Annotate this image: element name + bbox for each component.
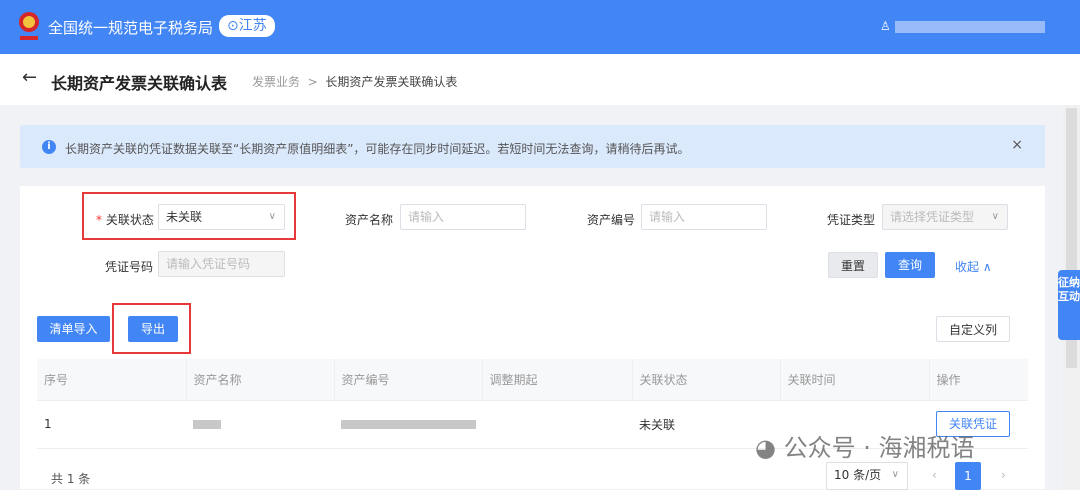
voucher-type-select[interactable]: 请选择凭证类型 ∨ (882, 204, 1008, 230)
banner-text: 长期资产关联的凭证数据关联至“长期资产原值明细表”，可能存在同步时间延迟。若短时… (65, 142, 690, 156)
voucher-no-label: 凭证号码 (105, 260, 154, 274)
chevron-down-icon: ∨ (268, 211, 276, 222)
cell-index: 1 (37, 400, 186, 449)
asset-name-label: 资产名称 (345, 213, 394, 227)
status-select[interactable]: 未关联 ∨ (158, 204, 285, 230)
interaction-side-tab[interactable]: 征纳互动 (1058, 270, 1080, 340)
chevron-up-icon: ∧ (982, 260, 992, 274)
back-arrow-icon[interactable]: ← (22, 67, 37, 88)
col-status: 关联状态 (632, 359, 781, 401)
location-icon: ⊙ (227, 18, 239, 34)
watermark: ◕ 公众号 · 海湘税语 (755, 434, 975, 462)
wechat-icon: ◕ (755, 434, 776, 462)
col-action: 操作 (929, 359, 1028, 401)
blurred-value (341, 420, 476, 429)
breadcrumb-separator: > (307, 75, 318, 89)
user-icon: ♙ (880, 19, 891, 33)
cell-asset-no (334, 400, 482, 449)
voucher-no-input[interactable]: 请输入凭证号码 (158, 251, 285, 277)
cell-adjust-period (482, 400, 632, 449)
breadcrumb: 发票业务 > 长期资产发票关联确认表 (252, 73, 457, 90)
col-link-time: 关联时间 (780, 359, 930, 401)
page-titlebar: ← 长期资产发票关联确认表 发票业务 > 长期资产发票关联确认表 (0, 54, 1080, 105)
prev-page-button[interactable]: ‹ (932, 468, 937, 482)
tax-emblem-logo (19, 12, 39, 40)
status-label: * 关联状态 (96, 213, 154, 227)
region-label: 江苏 (238, 18, 267, 34)
breadcrumb-current: 长期资产发票关联确认表 (325, 75, 458, 89)
blurred-value (193, 420, 221, 429)
voucher-type-label: 凭证类型 (827, 213, 876, 227)
export-button[interactable]: 导出 (128, 316, 178, 342)
collapse-toggle[interactable]: 收起 ∧ (955, 258, 992, 275)
page-size-select[interactable]: 10 条/页 ∨ (826, 462, 908, 490)
page-1-button[interactable]: 1 (955, 462, 981, 490)
breadcrumb-link[interactable]: 发票业务 (252, 75, 300, 89)
col-asset-no: 资产编号 (334, 359, 483, 401)
reset-button[interactable]: 重置 (828, 252, 878, 278)
custom-columns-button[interactable]: 自定义列 (936, 316, 1010, 342)
top-header: 全国统一规范电子税务局 ⊙江苏 ♙ (0, 0, 1080, 54)
info-icon: i (42, 140, 56, 154)
col-index: 序号 (37, 359, 187, 401)
chevron-down-icon: ∨ (991, 211, 999, 222)
asset-name-input[interactable]: 请输入 (400, 204, 526, 230)
cell-asset-name (186, 400, 334, 449)
chevron-down-icon: ∨ (891, 469, 899, 480)
query-button[interactable]: 查询 (885, 252, 935, 278)
asset-no-label: 资产编号 (587, 213, 636, 227)
blurred-username (894, 20, 1045, 33)
info-banner: i 长期资产关联的凭证数据关联至“长期资产原值明细表”，可能存在同步时间延迟。若… (20, 125, 1045, 168)
asset-no-input[interactable]: 请输入 (641, 204, 767, 230)
import-list-button[interactable]: 清单导入 (37, 316, 110, 342)
next-page-button[interactable]: › (1001, 468, 1006, 482)
col-asset-name: 资产名称 (186, 359, 335, 401)
table-header: 序号 资产名称 资产编号 调整期起 关联状态 关联时间 操作 (37, 359, 1028, 401)
page-title: 长期资产发票关联确认表 (51, 74, 228, 93)
col-adjust-period: 调整期起 (482, 359, 633, 401)
region-selector[interactable]: ⊙江苏 (219, 15, 275, 37)
brand-title: 全国统一规范电子税务局 (48, 19, 214, 37)
user-menu[interactable]: ♙ (880, 19, 1045, 33)
close-icon[interactable]: × (1011, 137, 1023, 153)
total-count: 共 1 条 (51, 472, 91, 486)
